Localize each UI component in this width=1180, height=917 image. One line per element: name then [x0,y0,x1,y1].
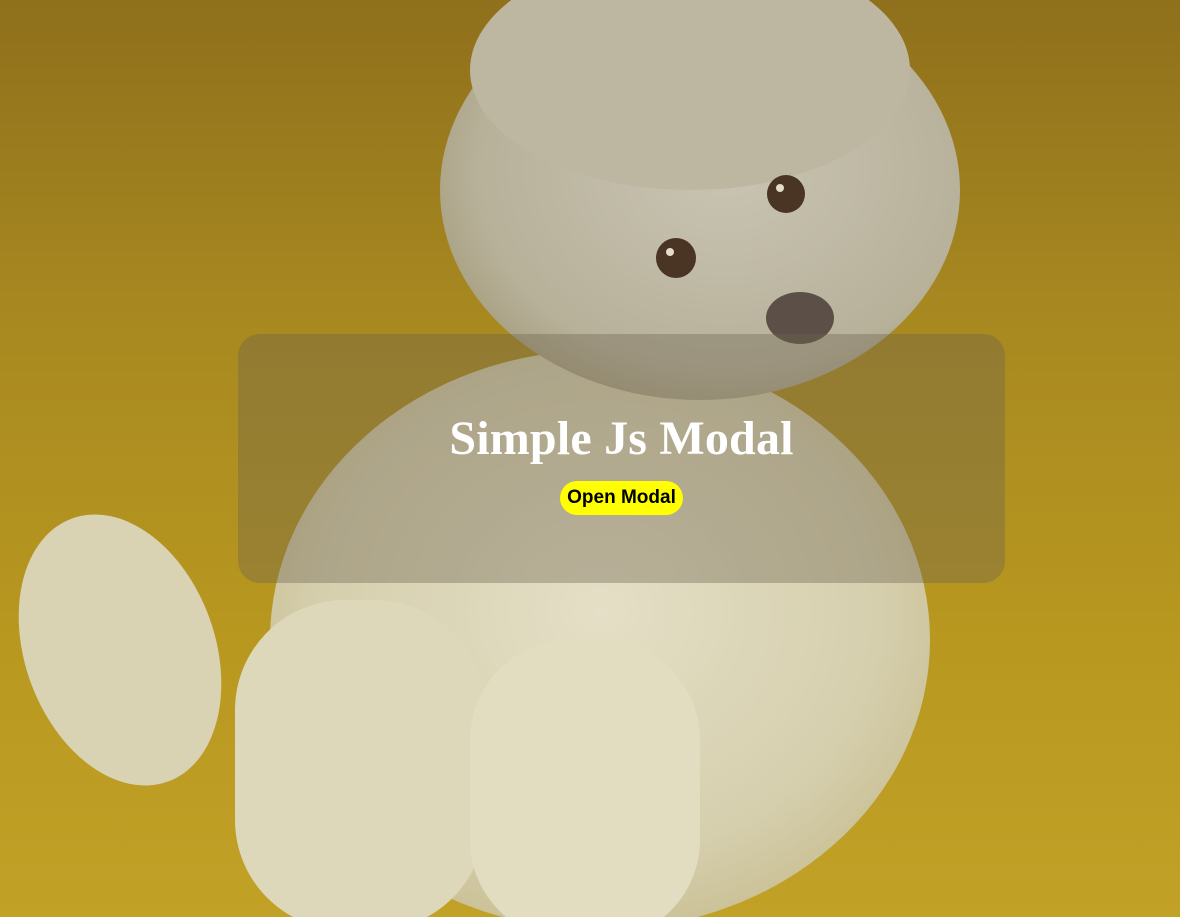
poodle-eye-left [656,238,696,278]
poodle-eye-left-highlight [666,248,674,256]
page-title: Simple Js Modal [449,411,794,465]
open-modal-button[interactable]: Open Modal [560,480,683,515]
poodle-leg-left [235,600,485,917]
poodle-eye-right-highlight [776,184,784,192]
poodle-leg-right [470,640,700,917]
hero-panel: Simple Js Modal Open Modal [238,334,1005,583]
poodle-tail [18,514,222,786]
poodle-eye-right [767,175,805,213]
